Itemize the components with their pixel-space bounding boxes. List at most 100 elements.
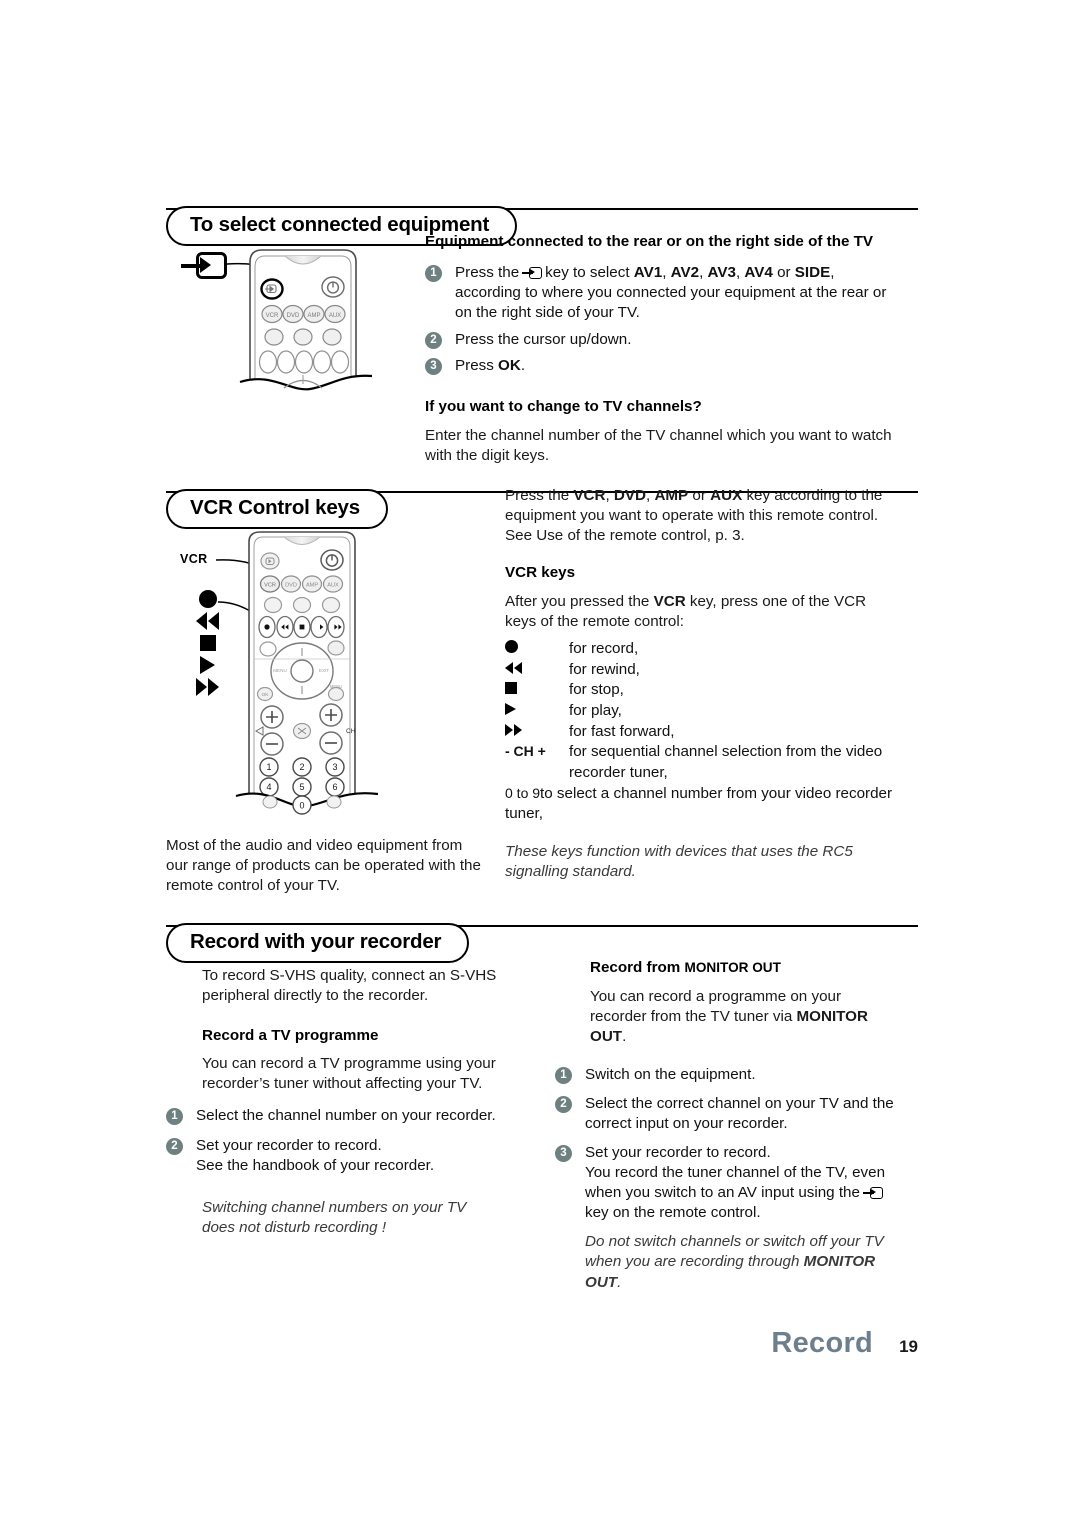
step-item: 2 Select the correct channel on your TV … [555, 1094, 900, 1134]
key-list-label: for stop, [569, 681, 624, 699]
stop-icon [505, 680, 569, 699]
input-label-av4: AV4 [744, 263, 773, 281]
step-text: Press the cursor up/down. [455, 330, 632, 348]
section2-content: Press the VCR, DVD, AMP or AUX key accor… [505, 486, 897, 882]
svg-text:VCR: VCR [266, 313, 279, 319]
step-text-line3-part: key on the remote control. [585, 1204, 761, 1222]
av-input-icon [522, 266, 543, 279]
step-badge: 2 [166, 1138, 183, 1156]
av-input-icon [862, 1187, 883, 1200]
key-list-item: - CH + for sequential channel selection … [505, 742, 897, 783]
key-list-item: 0 to 9to select a channel number from yo… [505, 784, 897, 825]
step-text: Set your recorder to record. You record … [585, 1143, 900, 1292]
subheading-equipment-connected: Equipment connected to the rear or on th… [425, 233, 874, 250]
paragraph-most-equipment: Most of the audio and video equipment fr… [166, 837, 481, 895]
device-key-aux: AUX [710, 487, 743, 504]
device-key-amp: AMP [654, 487, 689, 504]
key-list-item: for stop, [505, 680, 897, 701]
key-list-item: for fast forward, [505, 722, 897, 743]
para-post: . [622, 1027, 627, 1045]
document-page: To select connected equipment VCR DVD AM… [0, 0, 1080, 1528]
paragraph-record-via-monitor-out: You can record a programme on your recor… [590, 987, 900, 1047]
step-badge: 3 [555, 1145, 572, 1163]
vcr-key-label: VCR [653, 592, 686, 610]
vcr-keys-list: for record, for rewind, for stop, for pl… [505, 639, 897, 825]
paragraph-after-pressed-vcr: After you pressed the VCR key, press one… [505, 592, 897, 632]
intro-pre: Press the [505, 487, 574, 504]
note-post: . [617, 1273, 622, 1291]
key-list-item: for play, [505, 701, 897, 722]
step-text: Select the correct channel on your TV an… [585, 1095, 894, 1133]
stop-icon [199, 632, 216, 654]
svg-text:DVD: DVD [285, 583, 297, 589]
transport-glyph-callouts [196, 588, 219, 698]
svg-text:MENU: MENU [330, 684, 342, 689]
note-do-not-switch-channels: Do not switch channels or switch off you… [585, 1232, 900, 1292]
play-icon [505, 701, 569, 720]
key-list-label: for play, [569, 702, 622, 720]
step-text: Set your recorder to record. See the han… [196, 1137, 435, 1175]
step-badge: 1 [555, 1066, 572, 1084]
svg-text:AMP: AMP [307, 313, 320, 319]
play-icon [200, 654, 215, 676]
svg-text:5: 5 [299, 782, 304, 792]
subheading-record-from-monitor-out: Record from MONITOR OUT [590, 958, 900, 978]
fast-forward-icon [505, 722, 569, 741]
monitor-out-label: MONITOR OUT [684, 960, 781, 975]
device-key-vcr: VCR [573, 487, 606, 504]
svg-text:DVD: DVD [287, 313, 300, 319]
svg-text:AUX: AUX [329, 313, 341, 319]
svg-text:6: 6 [332, 782, 337, 792]
svg-text:4: 4 [266, 782, 271, 792]
input-label-av3: AV3 [707, 263, 736, 281]
paragraph-svhs-quality: To record S-VHS quality, connect an S-VH… [202, 967, 497, 1005]
step-text-line2: You record the tuner channel of the TV, … [585, 1163, 900, 1223]
svg-text:2: 2 [299, 762, 304, 772]
step-text: Press OK. [455, 356, 525, 376]
input-label-side: SIDE [794, 263, 831, 281]
step-text: Select the channel number on your record… [196, 1107, 496, 1124]
step-item: 2 Set your recorder to record. See the h… [166, 1136, 502, 1176]
subheading-record-a-tv-programme: Record a TV programme [202, 1027, 379, 1045]
paragraph-record-using-recorder-tuner: You can record a TV programme using your… [202, 1054, 496, 1092]
note-switching-channel-numbers: Switching channel numbers on your TV doe… [202, 1199, 467, 1237]
svg-text:EXIT: EXIT [319, 668, 329, 673]
step-text-post: key to select [545, 263, 634, 281]
key-list-item: for rewind, [505, 660, 897, 681]
rewind-icon [505, 660, 569, 679]
ok-key-label: OK [498, 357, 521, 374]
step-text-line1: Set your recorder to record. [585, 1144, 771, 1162]
step-item: 2 Press the cursor up/down. [425, 330, 893, 350]
step-text-line2-part: You record the tuner channel of the TV, … [585, 1164, 886, 1202]
step-text: Press the key to select AV1, AV2, AV3, AV… [455, 263, 887, 321]
digit-keys-label: 0 to 9 [505, 784, 541, 801]
channel-updown-label: - CH + [505, 743, 546, 760]
subheading-change-to-tv-channels: If you want to change to TV channels? [425, 398, 702, 416]
step-badge: 1 [166, 1108, 183, 1125]
step-badge: 2 [555, 1096, 572, 1113]
paragraph-press-device-key: Press the VCR, DVD, AMP or AUX key accor… [505, 487, 883, 545]
rewind-icon [196, 610, 219, 632]
footer-page-number: 19 [899, 1337, 918, 1356]
remote-control-illustration-top: VCR DVD AMP AUX [232, 242, 382, 397]
remote-callout-label-vcr: VCR [180, 552, 208, 566]
note-rc5-signalling: These keys function with devices that us… [505, 843, 853, 881]
svg-text:3: 3 [332, 762, 337, 772]
svg-text:1: 1 [266, 762, 271, 772]
step-item: 1 Switch on the equipment. [555, 1065, 900, 1085]
svg-text:AUX: AUX [327, 583, 339, 589]
record-icon [505, 639, 569, 658]
input-label-av1: AV1 [633, 263, 663, 281]
record-icon [198, 588, 217, 610]
svg-text:VCR: VCR [264, 583, 276, 589]
input-label-av2: AV2 [670, 263, 700, 281]
svg-text:CH: CH [346, 728, 356, 735]
svg-text:0: 0 [299, 801, 304, 811]
svg-text:OK: OK [262, 692, 270, 698]
svg-text:MENU: MENU [273, 668, 287, 673]
step-text: Switch on the equipment. [585, 1065, 756, 1083]
step-text-pre: Press the [455, 263, 520, 281]
step-badge: 3 [425, 358, 442, 375]
av-input-icon-callout [181, 252, 227, 279]
remote-control-illustration-full: VCR DVD AMP AUX MENU EXIT OK MENU CH 1 2… [232, 528, 384, 818]
